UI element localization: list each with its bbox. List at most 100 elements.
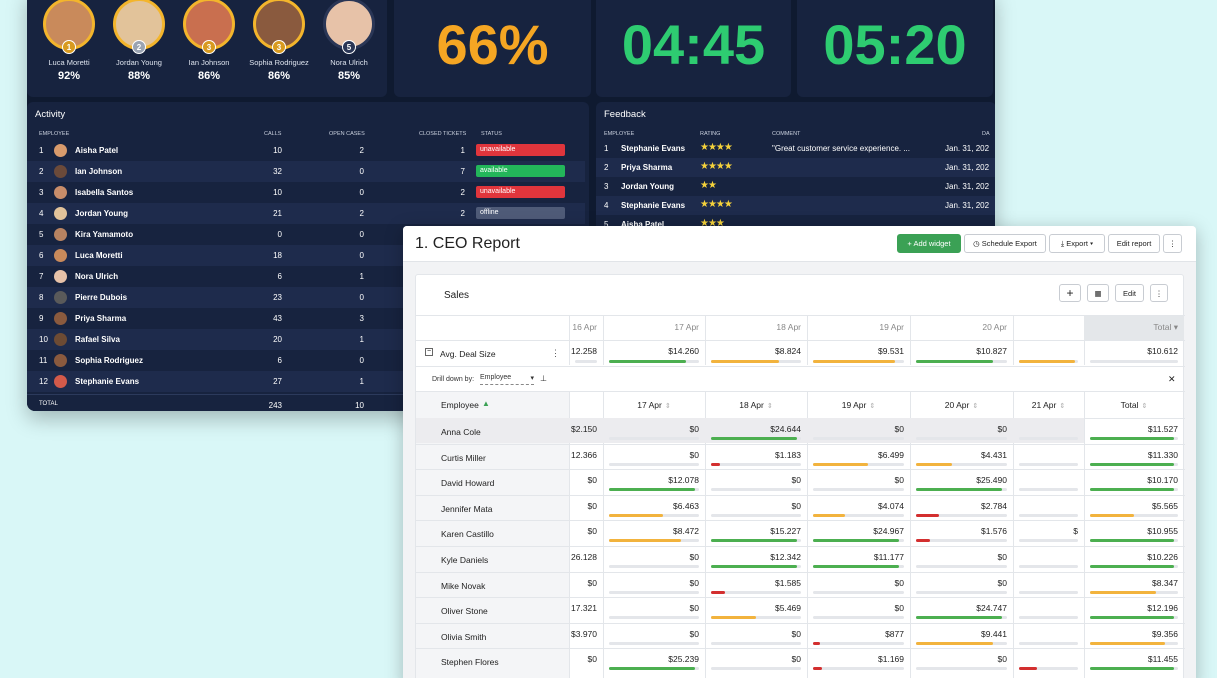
- value-bar-fill: [711, 565, 797, 568]
- employee-name[interactable]: David Howard: [441, 478, 494, 488]
- drill-select[interactable]: Employee ▾: [480, 374, 534, 385]
- date-col-label: 17 Apr: [637, 400, 662, 410]
- avatar: 3: [253, 0, 305, 54]
- widget-more-icon[interactable]: ⋮: [1150, 284, 1168, 302]
- employee-name[interactable]: Anna Cole: [441, 427, 481, 437]
- row-number: 1: [604, 144, 609, 153]
- date-col-header[interactable]: 18 Apr ⇕: [705, 400, 807, 410]
- value-bar: [813, 565, 904, 568]
- employee-name[interactable]: Olivia Smith: [441, 632, 486, 642]
- cell-value: $0: [689, 628, 699, 639]
- more-menu-icon[interactable]: ⋮: [1163, 234, 1182, 253]
- employee-name[interactable]: Curtis Miller: [441, 453, 486, 463]
- cell-value: $4.074: [878, 500, 904, 511]
- avatar: [54, 165, 67, 178]
- value-bar-fill: [609, 513, 663, 517]
- value-bar: [1019, 539, 1078, 543]
- closed-tickets-value: 2: [460, 209, 465, 218]
- employee-col-header[interactable]: Employee: [441, 400, 479, 410]
- table-row[interactable]: 1 Aisha Patel 10 2 1 unavailable: [27, 140, 585, 161]
- open-cases-value: 0: [359, 356, 364, 365]
- cell-value: $8.347: [1152, 577, 1178, 588]
- calls-value: 23: [273, 293, 282, 302]
- employee-name[interactable]: Stephen Flores: [441, 657, 499, 667]
- table-row[interactable]: 4 Jordan Young 21 2 2 offline: [27, 203, 585, 224]
- date-col-label: 19 Apr: [841, 400, 867, 410]
- collapse-icon[interactable]: −: [425, 348, 433, 356]
- employee-name[interactable]: Oliver Stone: [441, 606, 488, 616]
- value-bar: [813, 360, 904, 363]
- table-row[interactable]: 3 Isabella Santos 10 0 2 unavailable: [27, 182, 585, 203]
- feedback-title: Feedback: [604, 109, 646, 120]
- feedback-row[interactable]: 2 Priya Sharma ★★★★ Jan. 31, 202: [596, 158, 995, 177]
- date-col-header[interactable]: 17 Apr ⇕: [603, 400, 705, 410]
- open-cases-value: 2: [359, 209, 364, 218]
- value-bar: [813, 462, 904, 466]
- cell-value: $0: [997, 654, 1007, 665]
- kpi-percent-panel: 66%: [394, 0, 591, 97]
- date-header[interactable]: 20 Apr: [870, 322, 1007, 332]
- cell-value: $12.078: [668, 475, 699, 486]
- divider: [416, 340, 1185, 341]
- col-closed-tickets: CLOSED TICKETS: [419, 131, 467, 137]
- pin-icon[interactable]: ⊥: [540, 374, 547, 383]
- date-col-header[interactable]: 19 Apr ⇕: [807, 400, 910, 410]
- widget-edit-button[interactable]: Edit: [1115, 284, 1144, 302]
- open-cases-value: 2: [359, 146, 364, 155]
- col-open-cases: OPEN CASES: [329, 131, 365, 137]
- feedback-row[interactable]: 1 Stephanie Evans ★★★★ "Great customer serv…: [596, 139, 995, 158]
- date-col-label: 18 Apr: [739, 400, 764, 410]
- employee-name[interactable]: Mike Novak: [441, 581, 485, 591]
- drill-label: Drill down by:: [432, 376, 475, 383]
- export-button[interactable]: ⤓ Export ▾: [1049, 234, 1105, 253]
- sort-asc-icon[interactable]: ▲: [482, 399, 490, 408]
- value-bar: [916, 616, 1007, 620]
- divider: [416, 648, 1185, 650]
- date-header[interactable]: Total ▾: [1044, 322, 1178, 333]
- value-bar: [1090, 565, 1178, 568]
- add-widget-button[interactable]: + Add widget: [897, 234, 961, 253]
- date-col-label: 21 Apr: [1031, 400, 1057, 410]
- date-col-header[interactable]: Total ⇕: [1084, 400, 1184, 410]
- row-number: 2: [39, 167, 44, 176]
- avatar: 1: [43, 0, 95, 54]
- open-cases-value: 0: [359, 293, 364, 302]
- schedule-export-button[interactable]: ◷ Schedule Export: [964, 234, 1046, 253]
- employee-name: Kira Yamamoto: [75, 230, 134, 239]
- employee-name: Stephanie Evans: [75, 377, 140, 386]
- row-number: 4: [604, 201, 609, 210]
- value-bar-fill: [609, 360, 686, 363]
- employee-name[interactable]: Jennifer Mata: [441, 504, 493, 514]
- cell-value: $0: [587, 526, 597, 537]
- feedback-row[interactable]: 3 Jordan Young ★★ Jan. 31, 202: [596, 177, 995, 196]
- cell-value: $9.441: [981, 628, 1007, 639]
- cell-value: $0: [587, 577, 597, 588]
- cell-value: $15.227: [770, 526, 801, 537]
- calendar-icon[interactable]: ▦: [1087, 284, 1109, 302]
- divider: [416, 571, 1185, 573]
- value-bar: [916, 462, 1007, 466]
- rating-stars: ★★★★: [700, 199, 733, 210]
- leader-card: 5 Nora Ulrich 85%: [309, 0, 387, 82]
- value-bar: [1019, 616, 1078, 620]
- employee-name[interactable]: Kyle Daniels: [441, 555, 488, 565]
- calls-value: 0: [277, 230, 282, 239]
- value-bar: [1090, 488, 1178, 492]
- date-col-header[interactable]: 20 Apr ⇕: [910, 400, 1013, 410]
- leader-name: Ian Johnson: [188, 58, 230, 67]
- avatar: [54, 312, 67, 325]
- row-menu-icon[interactable]: ⋮: [551, 348, 560, 359]
- add-icon[interactable]: +: [1059, 284, 1081, 302]
- edit-report-button[interactable]: Edit report: [1108, 234, 1160, 253]
- close-icon[interactable]: ✕: [1168, 374, 1176, 385]
- value-bar: [609, 513, 699, 517]
- cell-value: $6.499: [878, 449, 904, 460]
- cell-value: 12.366: [571, 449, 597, 460]
- table-row[interactable]: 2 Ian Johnson 32 0 7 available: [27, 161, 585, 182]
- employee-name[interactable]: Karen Castillo: [441, 529, 494, 539]
- row-number: 3: [39, 188, 44, 197]
- employee-name: Pierre Dubois: [75, 293, 128, 302]
- feedback-row[interactable]: 4 Stephanie Evans ★★★★ Jan. 31, 202: [596, 196, 995, 215]
- date-col-header[interactable]: 21 Apr ⇕: [1013, 400, 1084, 410]
- value-bar-fill: [813, 539, 900, 543]
